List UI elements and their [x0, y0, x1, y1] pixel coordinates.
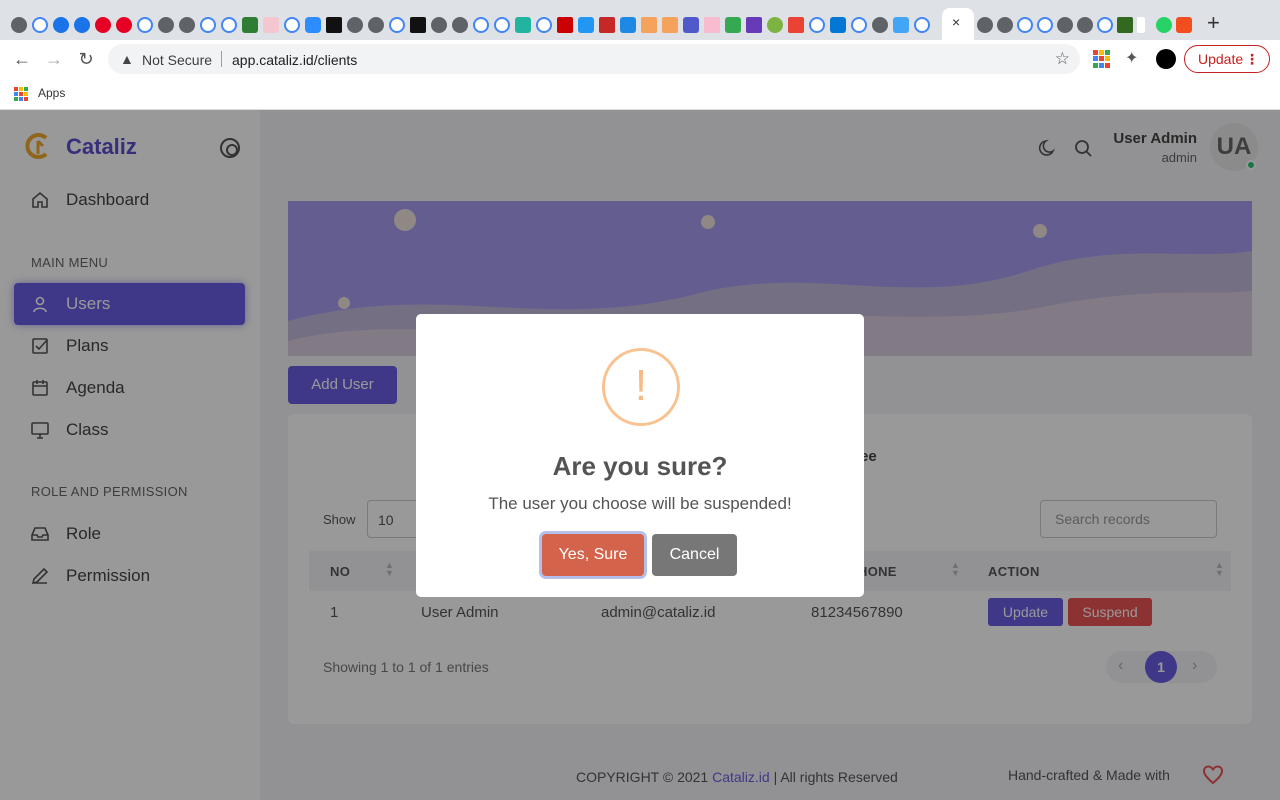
tab-pinterest-icon[interactable]	[95, 17, 111, 33]
tab-google-icon[interactable]	[851, 17, 867, 33]
tab-google-icon[interactable]	[914, 17, 930, 33]
tab-c-icon[interactable]	[53, 17, 69, 33]
tab-google-icon[interactable]	[536, 17, 552, 33]
tab-hc-icon[interactable]	[1117, 17, 1133, 33]
tab-google-icon[interactable]	[473, 17, 489, 33]
security-label[interactable]: Not Secure	[142, 52, 212, 68]
warning-triangle-icon[interactable]: ▲	[120, 51, 136, 67]
tab-google-icon[interactable]	[494, 17, 510, 33]
tab-globe-icon[interactable]	[179, 17, 195, 33]
tab-app-icon[interactable]	[515, 17, 531, 33]
new-tab-button[interactable]: +	[1207, 12, 1220, 34]
tab-vscode-icon[interactable]	[830, 17, 846, 33]
dialog-title: Are you sure?	[552, 451, 728, 481]
apps-bookmark[interactable]: Apps	[38, 86, 65, 100]
tab-globe-icon[interactable]	[347, 17, 363, 33]
tab-notion-icon[interactable]	[1137, 17, 1145, 33]
tab-globe-icon[interactable]	[1077, 17, 1093, 33]
tab-google-icon[interactable]	[200, 17, 216, 33]
tab-e-icon[interactable]	[662, 17, 678, 33]
warning-circle-icon: !	[602, 348, 680, 426]
confirm-button[interactable]: Yes, Sure	[542, 534, 644, 576]
tab-globe-icon[interactable]	[997, 17, 1013, 33]
tab-app-icon[interactable]	[410, 17, 426, 33]
url-text[interactable]: app.cataliz.id/clients	[232, 52, 357, 68]
menu-dots-icon: ⋮	[1245, 51, 1259, 67]
tab-app-icon[interactable]	[767, 17, 783, 33]
address-divider	[221, 51, 222, 67]
tab-app-icon[interactable]	[242, 17, 258, 33]
tab-google-icon[interactable]	[32, 17, 48, 33]
tab-gmail-icon[interactable]	[788, 17, 804, 33]
tab-globe-icon[interactable]	[1057, 17, 1073, 33]
tab-globe-icon[interactable]	[872, 17, 888, 33]
tab-x-icon[interactable]	[326, 17, 342, 33]
address-bar[interactable]: ▲ Not Secure app.cataliz.id/clients ☆	[108, 44, 1080, 74]
tab-c-icon[interactable]	[74, 17, 90, 33]
google-apps-grid-icon[interactable]	[1093, 50, 1111, 68]
tab-globe-icon[interactable]	[431, 17, 447, 33]
tab-google-icon[interactable]	[137, 17, 153, 33]
tab-e-icon[interactable]	[641, 17, 657, 33]
tab-app-icon[interactable]	[893, 17, 909, 33]
cancel-button[interactable]: Cancel	[652, 534, 737, 576]
browser-tab-strip: × +	[0, 0, 1280, 40]
tab-forms-icon[interactable]	[746, 17, 762, 33]
tab-google-icon[interactable]	[1037, 17, 1053, 33]
apps-grid-icon[interactable]	[14, 87, 28, 101]
tab-pinterest-icon[interactable]	[116, 17, 132, 33]
bookmarks-bar: Apps	[0, 78, 1280, 110]
tab-zoom-icon[interactable]	[305, 17, 321, 33]
tab-laravel-icon[interactable]	[263, 17, 279, 33]
tab-google-icon[interactable]	[284, 17, 300, 33]
warning-exclamation: !	[634, 361, 648, 410]
dialog-message: The user you choose will be suspended!	[488, 494, 792, 513]
tab-globe-icon[interactable]	[11, 17, 27, 33]
chrome-update-button[interactable]: Update ⋮	[1184, 45, 1270, 73]
tab-google-icon[interactable]	[1017, 17, 1033, 33]
browser-toolbar: ← → ↻ ▲ Not Secure app.cataliz.id/client…	[0, 40, 1280, 78]
bookmark-star-icon[interactable]: ☆	[1055, 49, 1070, 69]
confirm-dialog: ! Are you sure? The user you choose will…	[416, 314, 864, 597]
tab-google-icon[interactable]	[389, 17, 405, 33]
forward-arrow-icon[interactable]: →	[44, 49, 64, 69]
extensions-puzzle-icon[interactable]: ✦	[1125, 50, 1143, 68]
reload-icon[interactable]: ↻	[76, 49, 96, 69]
tab-google-icon[interactable]	[221, 17, 237, 33]
back-arrow-icon[interactable]: ←	[12, 49, 32, 69]
tab-app-icon[interactable]	[620, 17, 636, 33]
tab-globe-icon[interactable]	[368, 17, 384, 33]
tab-globe-icon[interactable]	[158, 17, 174, 33]
tab-cnn-icon[interactable]	[557, 17, 573, 33]
tab-figma-icon[interactable]	[1176, 17, 1192, 33]
update-label: Update	[1198, 51, 1244, 67]
profile-avatar-icon[interactable]	[1156, 49, 1176, 69]
tab-google-icon[interactable]	[809, 17, 825, 33]
tab-globe-icon[interactable]	[452, 17, 468, 33]
tab-google-icon[interactable]	[1097, 17, 1113, 33]
tab-teams-icon[interactable]	[683, 17, 699, 33]
tab-app-icon[interactable]	[578, 17, 594, 33]
tab-globe-icon[interactable]	[977, 17, 993, 33]
tab-app-icon[interactable]	[599, 17, 615, 33]
tab-meet-icon[interactable]	[725, 17, 741, 33]
active-tab[interactable]: ×	[942, 8, 974, 40]
tab-app-icon[interactable]	[704, 17, 720, 33]
tab-whatsapp-icon[interactable]	[1156, 17, 1172, 33]
tab-close-icon[interactable]: ×	[952, 14, 960, 30]
